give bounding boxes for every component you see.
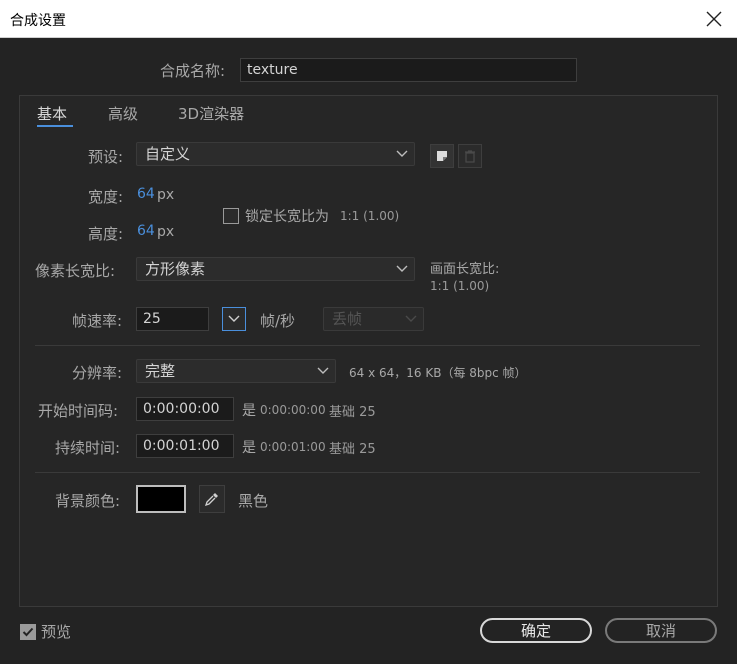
start-timecode-base: 基础 25	[329, 405, 376, 420]
height-value[interactable]: 64	[137, 223, 155, 239]
preset-dropdown[interactable]: 自定义	[136, 142, 415, 166]
start-timecode-input[interactable]: 0:00:00:00	[136, 397, 234, 421]
tab-basic[interactable]: 基本	[37, 103, 67, 124]
ok-button[interactable]: 确定	[480, 618, 592, 643]
background-color-name: 黑色	[238, 492, 269, 510]
duration-input[interactable]: 0:00:01:00	[136, 434, 234, 458]
eyedropper-button[interactable]	[199, 485, 225, 513]
divider	[35, 345, 700, 346]
duration-label: 持续时间:	[55, 439, 121, 457]
drop-frame-dropdown[interactable]: 丢帧	[323, 307, 424, 331]
preset-value: 自定义	[145, 145, 191, 163]
tab-3d-renderer[interactable]: 3D渲染器	[178, 103, 244, 124]
pixel-aspect-value: 方形像素	[145, 260, 206, 278]
background-color-swatch[interactable]	[136, 485, 186, 513]
frame-rate-dropdown-button[interactable]	[222, 307, 246, 331]
resolution-label: 分辨率:	[72, 364, 123, 382]
close-icon[interactable]	[703, 8, 725, 30]
duration-is: 是	[242, 440, 256, 456]
preview-checkbox[interactable]	[20, 624, 36, 640]
width-label: 宽度:	[88, 188, 124, 206]
width-value[interactable]: 64	[137, 186, 155, 202]
comp-name-label: 合成名称:	[160, 62, 226, 80]
divider	[35, 472, 700, 473]
drop-frame-value: 丢帧	[332, 310, 363, 328]
preview-label: 预览	[41, 623, 72, 641]
resolution-dropdown[interactable]: 完整	[136, 359, 336, 383]
chevron-down-icon	[317, 367, 329, 374]
trash-icon	[465, 150, 475, 163]
pixel-aspect-label: 像素长宽比:	[35, 262, 116, 280]
window-title: 合成设置	[10, 13, 66, 29]
resolution-info: 64 x 64，16 KB（每 8bpc 帧）	[349, 366, 527, 380]
duration-is-value: 0:00:01:00	[260, 440, 326, 454]
duration-base: 基础 25	[329, 442, 376, 457]
save-preset-icon	[437, 151, 447, 161]
frame-rate-label: 帧速率:	[72, 312, 123, 330]
frame-rate-input[interactable]: 25	[136, 307, 209, 331]
composition-settings-dialog: 合成名称: texture 基本 高级 3D渲染器 预设: 自定义 宽度: 64…	[0, 38, 737, 664]
active-tab-indicator	[37, 125, 73, 127]
tab-advanced[interactable]: 高级	[108, 103, 138, 124]
chevron-down-icon	[396, 265, 408, 272]
background-color-label: 背景颜色:	[55, 492, 121, 510]
chevron-down-icon	[228, 315, 240, 322]
comp-name-input[interactable]: texture	[240, 58, 577, 82]
height-unit: px	[157, 224, 175, 240]
title-bar: 合成设置	[0, 0, 737, 38]
lock-aspect-checkbox[interactable]	[223, 208, 239, 224]
eyedropper-icon	[204, 493, 218, 507]
delete-preset-button[interactable]	[458, 144, 482, 168]
settings-panel	[19, 95, 718, 607]
lock-aspect-ratio: 1:1 (1.00)	[340, 209, 400, 223]
frame-aspect-value: 1:1 (1.00)	[430, 279, 490, 293]
resolution-value: 完整	[145, 362, 176, 380]
start-timecode-is-value: 0:00:00:00	[260, 403, 326, 417]
start-timecode-is: 是	[242, 403, 256, 419]
frame-aspect-label: 画面长宽比:	[430, 262, 500, 277]
height-label: 高度:	[88, 225, 124, 243]
save-preset-button[interactable]	[430, 144, 454, 168]
chevron-down-icon	[405, 315, 417, 322]
chevron-down-icon	[396, 150, 408, 157]
checkmark-icon	[22, 627, 34, 637]
lock-aspect-label: 锁定长宽比为	[245, 209, 329, 225]
start-timecode-label: 开始时间码:	[38, 402, 119, 420]
pixel-aspect-dropdown[interactable]: 方形像素	[136, 257, 415, 281]
cancel-button[interactable]: 取消	[605, 618, 717, 643]
width-unit: px	[157, 187, 175, 203]
frame-rate-unit: 帧/秒	[260, 312, 296, 330]
preset-label: 预设:	[88, 148, 124, 166]
